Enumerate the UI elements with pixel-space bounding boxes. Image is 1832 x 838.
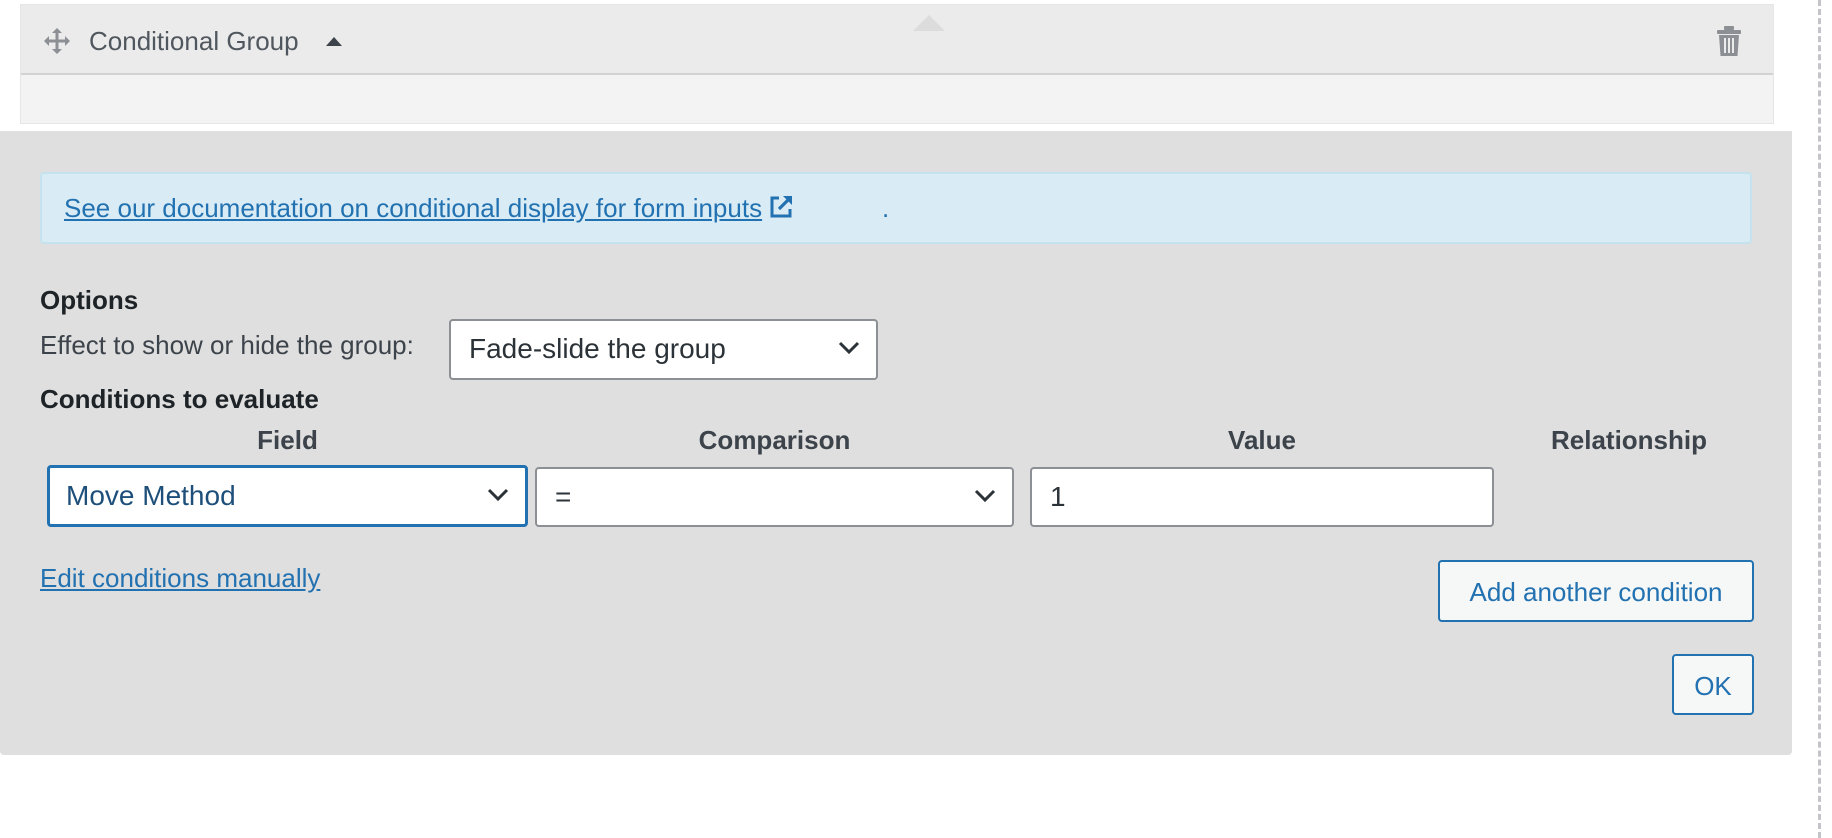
group-title: Conditional Group [89, 26, 299, 56]
add-another-condition-button[interactable]: Add another condition [1438, 560, 1754, 622]
effect-label: Effect to show or hide the group: [40, 330, 414, 360]
documentation-link[interactable]: See our documentation on conditional dis… [64, 192, 794, 224]
external-link-icon [770, 196, 793, 218]
chevron-down-icon [838, 341, 860, 355]
chevron-down-icon [487, 488, 509, 502]
conditional-logic-panel: See our documentation on conditional dis… [0, 131, 1792, 755]
condition-field-value: Move Method [66, 480, 236, 511]
ok-button[interactable]: OK [1672, 654, 1754, 715]
trash-icon[interactable] [1715, 25, 1743, 57]
documentation-notice: See our documentation on conditional dis… [40, 172, 1752, 244]
column-header-value: Value [1228, 425, 1296, 455]
documentation-link-text: See our documentation on conditional dis… [64, 193, 763, 223]
group-header: Conditional Group [21, 5, 1773, 75]
condition-comparison-select[interactable]: = [535, 467, 1014, 527]
popup-pointer-icon [913, 15, 945, 31]
conditions-heading: Conditions to evaluate [40, 384, 319, 414]
chevron-down-icon [974, 489, 996, 503]
column-header-comparison: Comparison [698, 425, 851, 455]
column-header-field: Field [257, 425, 318, 455]
effect-select[interactable]: Fade-slide the group [449, 319, 878, 380]
conditional-group: Conditional Group [20, 4, 1774, 124]
condition-value-input[interactable]: 1 [1030, 467, 1494, 527]
condition-field-select[interactable]: Move Method [47, 465, 528, 527]
caret-up-icon[interactable] [325, 35, 343, 47]
move-icon[interactable] [43, 27, 71, 55]
edit-conditions-manually-link[interactable]: Edit conditions manually [40, 562, 320, 594]
condition-comparison-value: = [555, 481, 572, 512]
page-edge-divider [1818, 0, 1821, 838]
column-header-relationship: Relationship [1550, 425, 1707, 455]
effect-select-value: Fade-slide the group [469, 333, 726, 364]
notice-suffix: . [882, 193, 890, 223]
options-heading: Options [40, 285, 139, 315]
